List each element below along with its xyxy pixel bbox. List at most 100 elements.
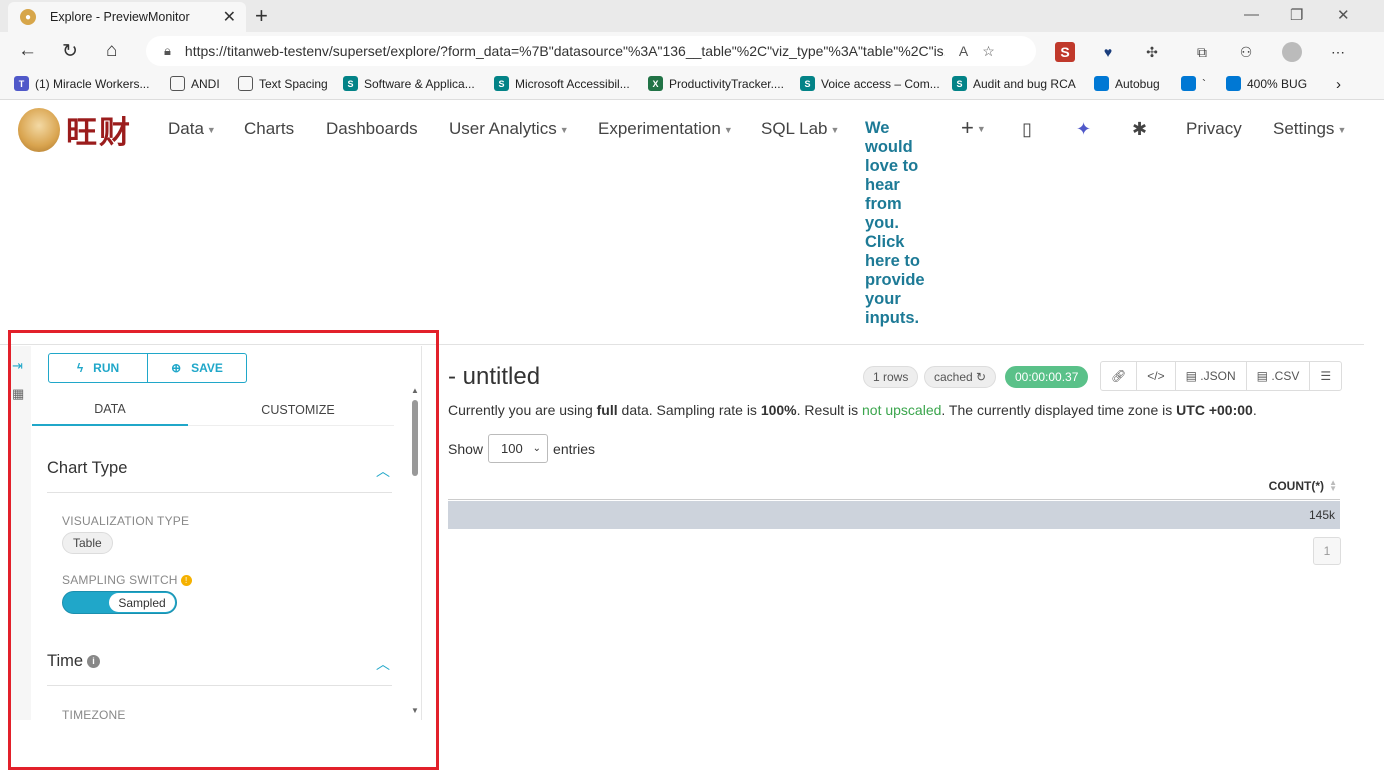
panel-tabs: DATA CUSTOMIZE — [32, 394, 394, 426]
cached-badge[interactable]: cached ↻ — [924, 366, 997, 388]
link-icon: 🔗︎ — [1111, 369, 1127, 383]
caret-down-icon: ▼ — [559, 124, 569, 135]
sampling-info-text: Currently you are using full data. Sampl… — [448, 402, 1257, 418]
nav-user-analytics[interactable]: User Analytics ▼ — [449, 119, 569, 139]
app-logo[interactable]: 旺财 — [18, 107, 132, 152]
extensions-puzzle-icon[interactable]: ✣ — [1142, 42, 1162, 62]
expand-panel-icon[interactable]: ⇥ — [12, 358, 23, 374]
tab-customize[interactable]: CUSTOMIZE — [218, 394, 378, 426]
bookmarks-more-chevron-icon[interactable]: › — [1336, 76, 1341, 93]
bookmark-item[interactable]: S Software & Applica... — [343, 76, 475, 91]
page-icon — [238, 76, 253, 91]
bookmark-item[interactable]: S Voice access – Com... — [800, 76, 940, 91]
more-options-button[interactable]: ☰ — [1310, 362, 1341, 390]
panel-scrollbar[interactable]: ▲ ▼ — [411, 386, 419, 716]
link-button[interactable]: 🔗︎ — [1101, 362, 1138, 390]
sampling-switch-label: SAMPLING SWITCH! — [62, 573, 192, 587]
close-tab-icon[interactable]: ✕ — [223, 7, 236, 27]
bookmark-item[interactable]: S Microsoft Accessibil... — [494, 76, 630, 91]
table-grid-icon[interactable]: ▦ — [12, 386, 24, 402]
more-menu-icon[interactable]: ⋯ — [1328, 42, 1348, 62]
url-text: https://titanweb-testenv/superset/explor… — [184, 43, 945, 59]
scroll-down-arrow-icon[interactable]: ▼ — [411, 706, 419, 715]
nav-sql-lab[interactable]: SQL Lab ▼ — [761, 119, 839, 139]
teams-icon[interactable]: ✦ — [1076, 119, 1091, 140]
azure-devops-icon — [1181, 76, 1196, 91]
bookmark-item[interactable]: X ProductivityTracker.... — [648, 76, 784, 91]
new-tab-icon[interactable]: + — [255, 3, 268, 29]
azure-devops-icon — [1226, 76, 1241, 91]
scroll-up-arrow-icon[interactable]: ▲ — [411, 386, 419, 395]
bookmark-item[interactable]: 400% BUG — [1226, 76, 1307, 91]
bookmark-item[interactable]: T (1) Miracle Workers... — [14, 76, 149, 91]
restore-icon[interactable]: ❐ — [1290, 6, 1303, 24]
bookmarks-bar: T (1) Miracle Workers... ANDI Text Spacin… — [0, 70, 1384, 100]
bookmark-item[interactable]: S Audit and bug RCA — [952, 76, 1076, 91]
sampling-toggle[interactable]: Sampled — [62, 591, 177, 614]
section-time[interactable]: Time i ︿ — [47, 652, 392, 686]
sharepoint-icon: S — [494, 76, 509, 91]
table-header: COUNT(*) ▲ ▼ — [448, 474, 1340, 500]
favorite-star-icon[interactable]: ☆ — [982, 43, 995, 60]
run-save-button-group: ϟ RUN ⊕ SAVE — [48, 353, 247, 383]
refresh-icon[interactable]: ↻ — [62, 40, 78, 63]
entries-select[interactable]: 100 ⌄ — [488, 434, 549, 463]
nav-experimentation[interactable]: Experimentation ▼ — [598, 119, 733, 139]
close-window-icon[interactable]: ✕ — [1337, 6, 1350, 24]
logo-text: 旺财 — [66, 115, 132, 151]
profile-avatar-icon[interactable] — [1282, 42, 1302, 62]
bookmark-item[interactable]: Autobug — [1094, 76, 1160, 91]
bug-icon[interactable]: ✱ — [1132, 119, 1147, 140]
json-export-button[interactable]: ▤ .JSON — [1176, 362, 1247, 390]
save-button[interactable]: ⊕ SAVE — [148, 353, 247, 383]
doge-favicon-icon: ● — [20, 9, 36, 25]
bookmark-item[interactable]: ANDI — [170, 76, 220, 91]
chevron-up-icon[interactable]: ︿ — [376, 654, 390, 674]
lock-icon: 🔒︎ — [164, 43, 171, 58]
caret-down-icon: ▼ — [830, 124, 840, 135]
extension-s-icon[interactable]: S — [1055, 42, 1075, 62]
bookmark-item[interactable]: Text Spacing — [238, 76, 328, 91]
csv-export-button[interactable]: ▤ .CSV — [1247, 362, 1311, 390]
viz-type-pill[interactable]: Table — [62, 532, 113, 554]
nav-data[interactable]: Data ▼ — [168, 119, 216, 139]
share-icon[interactable]: ⚇ — [1236, 42, 1256, 62]
run-button[interactable]: ϟ RUN — [48, 353, 148, 383]
collapsed-datasource-strip: ⇥ ▦ — [9, 346, 31, 720]
section-chart-type[interactable]: Chart Type ︿ — [47, 459, 392, 493]
collections-icon[interactable]: ⧉ — [1192, 42, 1212, 62]
bookmark-item[interactable]: ` — [1181, 76, 1206, 91]
tab-data[interactable]: DATA — [32, 394, 188, 426]
sort-icon[interactable]: ▲ ▼ — [1329, 479, 1337, 493]
excel-icon: X — [648, 76, 663, 91]
duration-badge: 00:00:00.37 — [1005, 366, 1089, 388]
nav-charts[interactable]: Charts — [244, 119, 294, 139]
embed-code-button[interactable]: </> — [1137, 362, 1176, 390]
extension-heart-icon[interactable]: ♥ — [1098, 42, 1118, 62]
browser-tab[interactable]: ● Explore - PreviewMonitor ✕ — [8, 2, 246, 32]
scrollbar-thumb[interactable] — [412, 400, 418, 476]
book-icon[interactable]: ▯ — [1022, 119, 1032, 140]
column-header-count[interactable]: COUNT(*) — [1269, 479, 1324, 493]
nav-privacy[interactable]: Privacy — [1186, 119, 1242, 139]
read-aloud-icon[interactable]: A — [959, 43, 968, 59]
warning-info-icon[interactable]: ! — [180, 575, 192, 587]
sampling-toggle-label: Sampled — [109, 593, 175, 612]
caret-down-icon: ▼ — [723, 124, 733, 135]
back-arrow-icon[interactable]: ← — [18, 40, 37, 62]
feedback-link[interactable]: We would love to hear from you. Click he… — [865, 119, 935, 328]
url-field[interactable]: 🔒︎ https://titanweb-testenv/superset/exp… — [146, 36, 1036, 66]
chart-title[interactable]: - untitled — [448, 363, 540, 391]
caret-down-icon: ▼ — [1337, 124, 1347, 135]
file-icon: ▤ — [1185, 369, 1197, 383]
nav-settings[interactable]: Settings ▼ — [1273, 119, 1346, 139]
pagination-page-1[interactable]: 1 — [1313, 537, 1341, 565]
lightning-icon: ϟ — [76, 361, 84, 375]
nav-dashboards[interactable]: Dashboards — [326, 119, 418, 139]
minimize-icon[interactable]: — — [1244, 6, 1259, 23]
home-icon[interactable]: ⌂ — [106, 40, 117, 62]
chevron-up-icon[interactable]: ︿ — [376, 461, 390, 481]
info-icon[interactable]: i — [87, 655, 101, 669]
section-title: Time — [47, 652, 84, 670]
plus-menu-icon[interactable]: + ▼ — [961, 115, 986, 141]
